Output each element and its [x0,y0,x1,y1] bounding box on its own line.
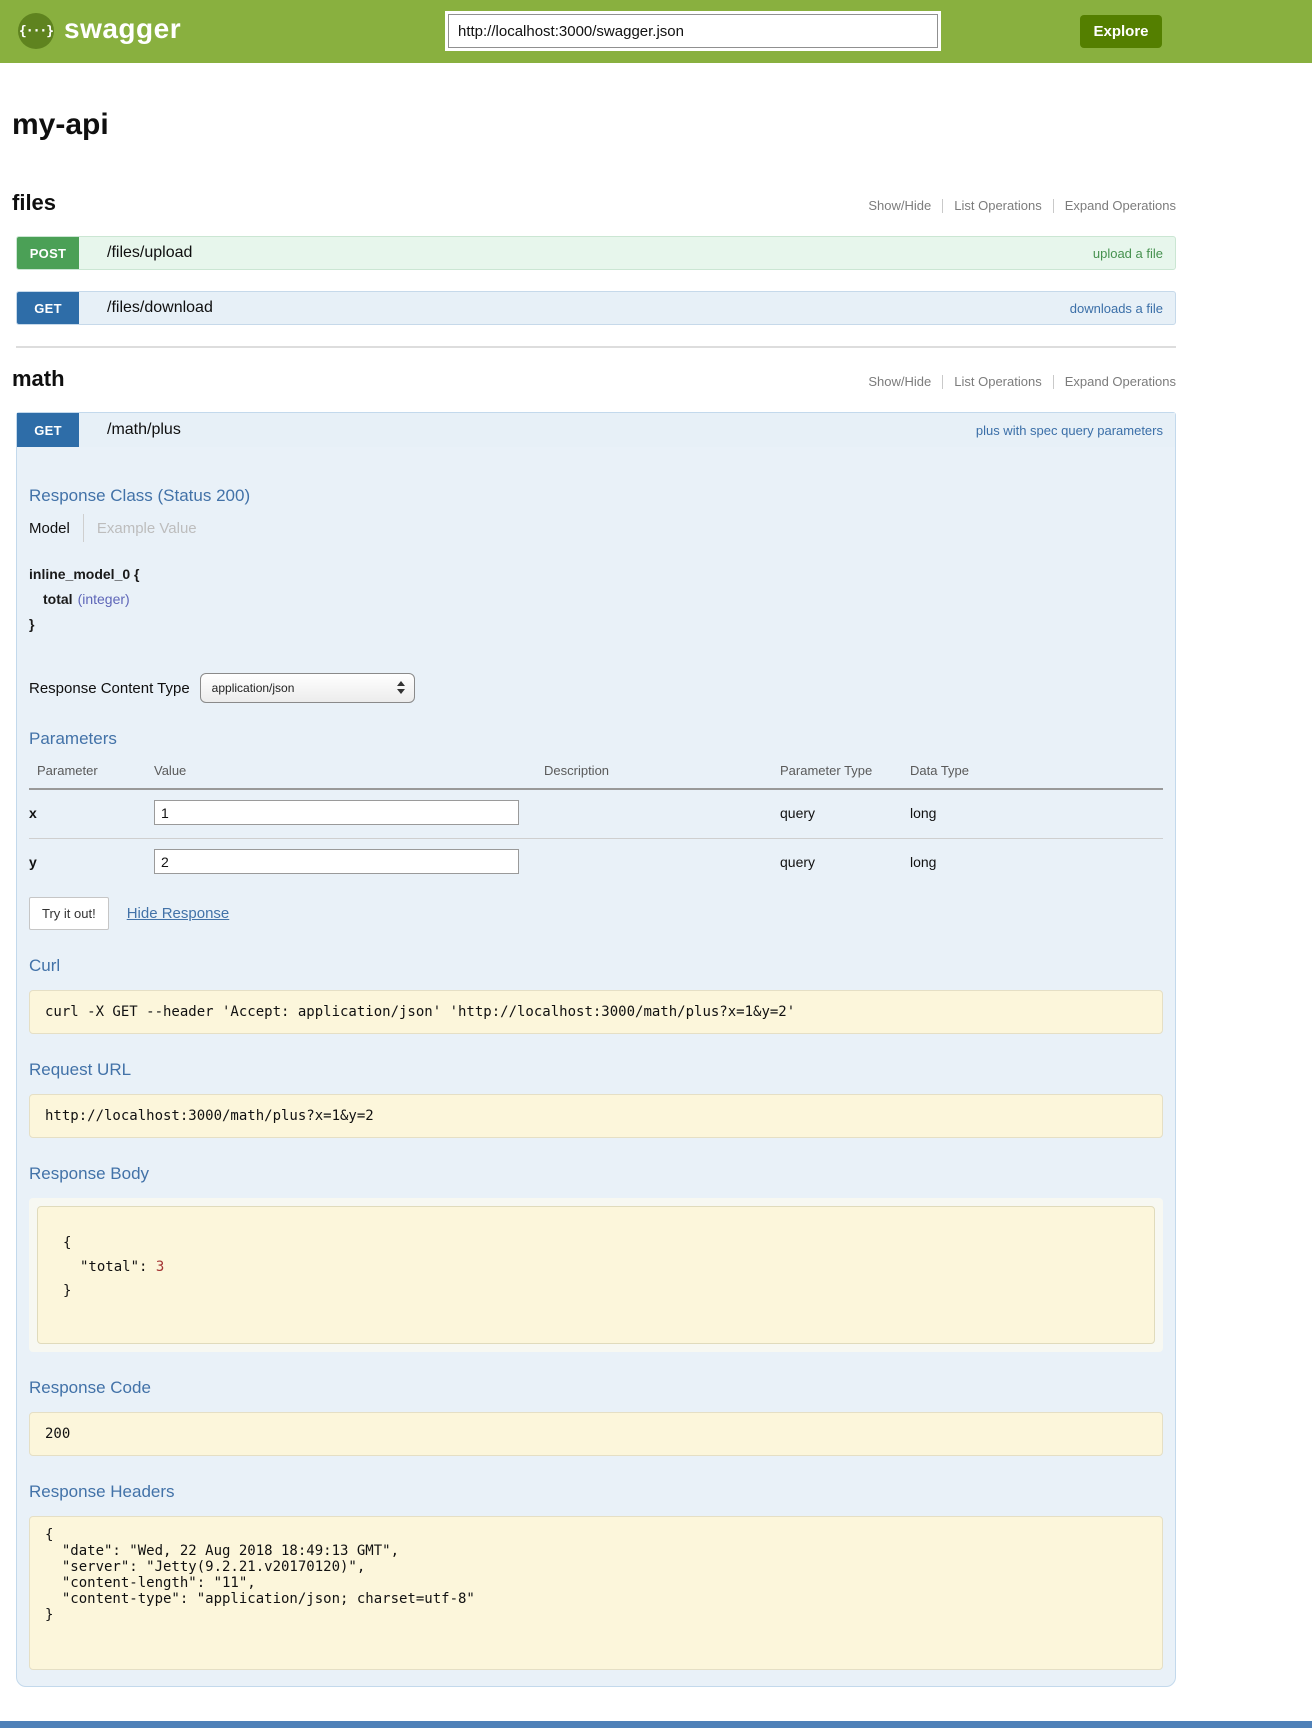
section-title-files: files [12,190,56,216]
list-operations-link[interactable]: List Operations [954,374,1041,389]
endpoint-summary-link[interactable]: downloads a file [1070,301,1163,316]
param-type: query [780,789,910,839]
section-controls: Show/Hide List Operations Expand Operati… [868,198,1176,216]
response-content-type-label: Response Content Type [29,680,190,697]
section-divider [16,346,1176,348]
response-class-heading: Response Class (Status 200) [29,486,1163,506]
curl-heading: Curl [29,956,1163,976]
parameters-header-row: Parameter Value Description Parameter Ty… [29,755,1163,789]
response-body-wrapper: { "total": 3 } [29,1198,1163,1352]
separator [83,514,84,542]
param-name: x [29,789,154,839]
request-url-heading: Request URL [29,1060,1163,1080]
json-open-brace: { [63,1231,1129,1255]
try-it-out-button[interactable]: Try it out! [29,897,109,930]
json-close-brace: } [63,1279,1129,1303]
try-it-out-row: Try it out! Hide Response [29,897,1163,930]
separator [1053,199,1054,213]
curl-command-box: curl -X GET --header 'Accept: applicatio… [29,990,1163,1034]
endpoint-row-files-download[interactable]: GET /files/download downloads a file [16,291,1176,325]
response-headers-box: { "date": "Wed, 22 Aug 2018 18:49:13 GMT… [29,1516,1163,1670]
section-controls: Show/Hide List Operations Expand Operati… [868,374,1176,392]
tab-model[interactable]: Model [29,520,70,537]
show-hide-link[interactable]: Show/Hide [868,198,931,213]
model-property-name: total [43,591,73,607]
section-title-math: math [12,366,65,392]
param-name: y [29,839,154,888]
response-content-type-select[interactable]: application/json [200,673,415,703]
tab-example-value[interactable]: Example Value [97,520,197,537]
selected-content-type: application/json [212,681,295,695]
expand-operations-link[interactable]: Expand Operations [1065,374,1176,389]
param-y-input[interactable] [154,849,519,874]
operation-panel-get-math-plus: GET /math/plus plus with spec query para… [16,412,1176,1687]
col-header-description: Description [544,755,780,789]
expand-operations-link[interactable]: Expand Operations [1065,198,1176,213]
hide-response-link[interactable]: Hide Response [127,905,230,922]
param-description [544,789,780,839]
param-type: query [780,839,910,888]
table-row-param-y: y query long [29,839,1163,888]
endpoint-path[interactable]: /math/plus [107,421,181,439]
col-header-parameter-type: Parameter Type [780,755,910,789]
api-url-input[interactable] [448,14,938,48]
endpoint-summary-link[interactable]: plus with spec query parameters [976,423,1163,438]
response-body-heading: Response Body [29,1164,1163,1184]
swagger-logo-icon: {···} [18,13,54,49]
endpoint-path[interactable]: /files/download [107,299,213,317]
section-header-files: files Show/Hide List Operations Expand O… [12,190,1176,216]
brand-title: swagger [64,13,181,45]
endpoint-path[interactable]: /files/upload [107,244,192,262]
model-close-brace: } [29,612,1163,637]
endpoint-summary-link[interactable]: upload a file [1093,246,1163,261]
request-url-box: http://localhost:3000/math/plus?x=1&y=2 [29,1094,1163,1138]
response-code-heading: Response Code [29,1378,1163,1398]
updown-arrow-icon [397,681,405,694]
param-description [544,839,780,888]
separator [942,199,943,213]
page-title: my-api [12,108,1176,142]
operation-detail: Response Class (Status 200) Model Exampl… [17,486,1175,1686]
json-key: "total": [80,1259,147,1275]
header-bar: {···} swagger Explore [0,0,1312,63]
show-hide-link[interactable]: Show/Hide [868,374,931,389]
method-badge-get: GET [17,291,79,325]
method-badge-get: GET [17,413,79,447]
model-property-type: (integer) [78,591,130,607]
col-header-parameter: Parameter [29,755,154,789]
response-body-box: { "total": 3 } [37,1206,1155,1344]
model-name: inline_model_0 { [29,562,1163,587]
table-row-param-x: x query long [29,789,1163,839]
footer-bar [0,1721,1312,1728]
col-header-value: Value [154,755,544,789]
response-content-type-row: Response Content Type application/json [29,673,1163,703]
list-operations-link[interactable]: List Operations [954,198,1041,213]
param-data-type: long [910,839,1163,888]
json-value: 3 [156,1259,164,1275]
param-x-input[interactable] [154,800,519,825]
separator [1053,375,1054,389]
endpoint-row-files-upload[interactable]: POST /files/upload upload a file [16,236,1176,270]
model-tabs: Model Example Value [29,514,1163,542]
parameters-table: Parameter Value Description Parameter Ty… [29,755,1163,887]
explore-button[interactable]: Explore [1080,15,1162,48]
response-headers-json: { "date": "Wed, 22 Aug 2018 18:49:13 GMT… [45,1527,1147,1623]
param-data-type: long [910,789,1163,839]
parameters-heading: Parameters [29,729,1163,749]
response-code-box: 200 [29,1412,1163,1456]
swagger-ui-page: {···} swagger Explore my-api files Show/… [0,0,1312,1728]
method-badge-post: POST [17,236,79,270]
response-headers-heading: Response Headers [29,1482,1163,1502]
col-header-data-type: Data Type [910,755,1163,789]
model-signature: inline_model_0 { total (integer) } [29,562,1163,637]
endpoint-row-math-plus-get[interactable]: GET /math/plus plus with spec query para… [17,413,1175,447]
main-content: my-api files Show/Hide List Operations E… [12,63,1176,1728]
section-header-math: math Show/Hide List Operations Expand Op… [12,366,1176,392]
separator [942,375,943,389]
